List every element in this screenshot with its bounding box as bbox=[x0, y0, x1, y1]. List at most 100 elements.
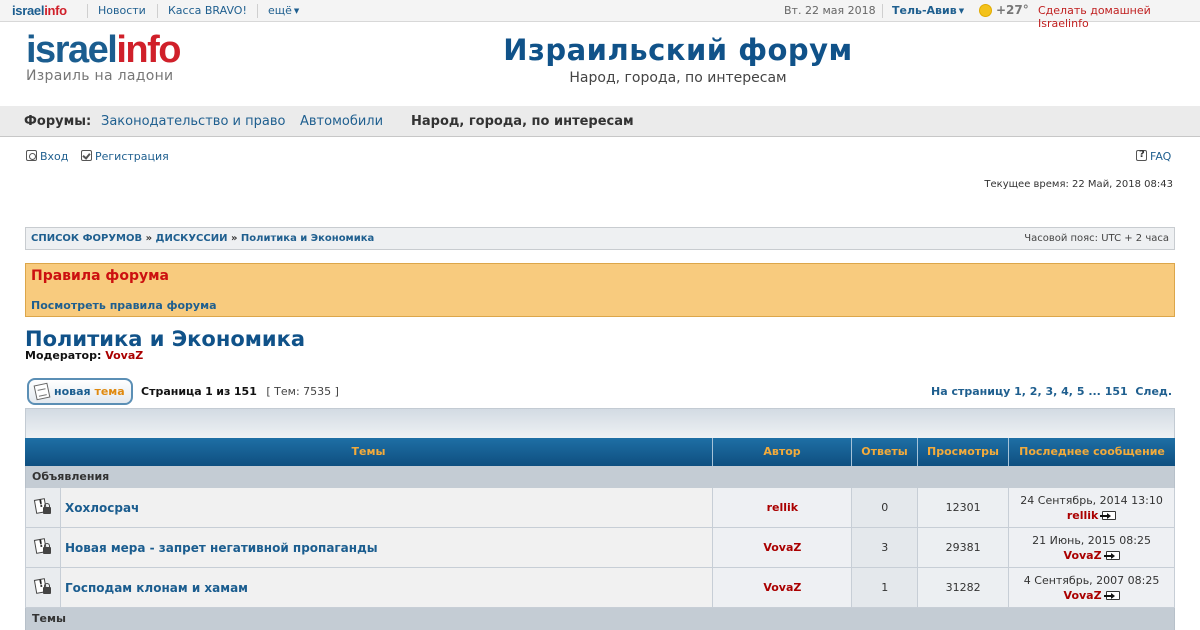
table-row: Господам клонам и хамам VovaZ 1 31282 4 … bbox=[25, 568, 1175, 608]
make-homepage-link[interactable]: Сделать домашней Israelinfo bbox=[1038, 4, 1200, 30]
faq-icon bbox=[1136, 149, 1147, 161]
topic-author-cell: VovaZ bbox=[713, 528, 853, 567]
login-icon bbox=[26, 150, 37, 161]
forum-rules-title: Правила форума bbox=[31, 268, 169, 284]
category-announcements: Объявления bbox=[25, 466, 1175, 488]
forums-nav-item-people[interactable]: Народ, города, по интересам bbox=[411, 114, 634, 129]
register-link[interactable]: Регистрация bbox=[81, 150, 169, 163]
topic-views: 31282 bbox=[918, 568, 1010, 607]
login-link[interactable]: Вход bbox=[26, 150, 68, 163]
goto-last-post-icon[interactable] bbox=[1100, 510, 1117, 520]
logo-small-part1: israel bbox=[12, 3, 45, 18]
new-topic-label-part1: новая bbox=[54, 385, 91, 398]
page-link[interactable]: 5 bbox=[1077, 385, 1085, 398]
timezone-label: Часовой пояс: UTC + 2 часа bbox=[1024, 233, 1169, 244]
column-header-author: Автор bbox=[713, 438, 852, 466]
city-selector[interactable]: Тель-Авив ▼ bbox=[892, 4, 964, 17]
last-post-date: 4 Сентябрь, 2007 08:25 bbox=[1023, 573, 1160, 587]
table-row: Хохлосрач rellik 0 12301 24 Сентябрь, 20… bbox=[25, 488, 1175, 528]
column-header-views: Просмотры bbox=[918, 438, 1009, 466]
locked-announcement-icon bbox=[34, 498, 52, 516]
moderator-link[interactable]: VovaZ bbox=[105, 349, 143, 362]
topic-author-link[interactable]: VovaZ bbox=[763, 541, 801, 554]
column-header-topics: Темы bbox=[25, 438, 713, 466]
breadcrumb: СПИСОК ФОРУМОВ » ДИСКУССИИ » Политика и … bbox=[25, 227, 1175, 250]
page-link[interactable]: 2 bbox=[1030, 385, 1038, 398]
forum-title[interactable]: Политика и Экономика bbox=[25, 327, 305, 351]
divider bbox=[87, 4, 88, 18]
topic-author-link[interactable]: rellik bbox=[767, 501, 799, 514]
topics-table: Темы Автор Ответы Просмотры Последнее со… bbox=[25, 408, 1175, 630]
view-forum-rules-link[interactable]: Посмотреть правила форума bbox=[31, 299, 217, 312]
page-link[interactable]: 3 bbox=[1045, 385, 1053, 398]
forums-nav: Форумы: Законодательство и право Автомоб… bbox=[0, 106, 1200, 137]
new-topic-icon bbox=[33, 382, 51, 401]
last-post-date: 21 Июнь, 2015 08:25 bbox=[1032, 533, 1151, 547]
pagination-label: На страницу bbox=[930, 385, 1011, 398]
top-link-more[interactable]: ещё ▼ bbox=[268, 4, 299, 17]
forums-nav-item-cars[interactable]: Автомобили bbox=[300, 114, 383, 129]
page-info-prefix: Страница bbox=[141, 385, 202, 398]
table-top-bar bbox=[25, 408, 1175, 438]
forum-rules-box: Правила форума Посмотреть правила форума bbox=[25, 263, 1175, 317]
topic-title-link[interactable]: Хохлосрач bbox=[65, 501, 139, 515]
column-header-replies: Ответы bbox=[852, 438, 918, 466]
city-label: Тель-Авив bbox=[892, 4, 957, 17]
page-info-total: 151 bbox=[233, 385, 257, 398]
page-link: 1 bbox=[1014, 385, 1022, 398]
breadcrumb-separator: » bbox=[145, 233, 153, 244]
top-link-news[interactable]: Новости bbox=[98, 4, 146, 17]
topic-author-cell: VovaZ bbox=[713, 568, 853, 607]
new-topic-button[interactable]: новая тема bbox=[27, 378, 133, 405]
next-page-link[interactable]: След. bbox=[1135, 385, 1172, 398]
category-topics: Темы bbox=[25, 608, 1175, 630]
divider bbox=[157, 4, 158, 18]
breadcrumb-forum-list[interactable]: СПИСОК ФОРУМОВ bbox=[31, 233, 142, 244]
topic-title-cell: Новая мера - запрет негативной пропаганд… bbox=[60, 528, 714, 567]
topic-replies: 0 bbox=[852, 488, 919, 527]
moderator-line: Модератор: VovaZ bbox=[25, 349, 143, 362]
topic-title-link[interactable]: Господам клонам и хамам bbox=[65, 581, 248, 595]
topic-replies: 1 bbox=[852, 568, 919, 607]
temperature: +27° bbox=[996, 3, 1029, 17]
page-link-last[interactable]: 151 bbox=[1105, 385, 1128, 398]
last-post-date: 24 Сентябрь, 2014 13:10 bbox=[1020, 493, 1163, 507]
topic-views: 12301 bbox=[918, 488, 1010, 527]
faq-link[interactable]: FAQ bbox=[1136, 149, 1171, 163]
logo-small-part2: info bbox=[44, 3, 67, 18]
last-post-user-link[interactable]: VovaZ bbox=[1064, 589, 1102, 602]
topics-count: [ Тем: 7535 ] bbox=[266, 385, 339, 398]
register-label: Регистрация bbox=[95, 150, 169, 163]
topic-replies: 3 bbox=[852, 528, 919, 567]
topic-title-link[interactable]: Новая мера - запрет негативной пропаганд… bbox=[65, 541, 378, 555]
last-post-user-link[interactable]: VovaZ bbox=[1064, 549, 1102, 562]
locked-announcement-icon bbox=[34, 538, 52, 556]
new-topic-label: новая тема bbox=[54, 385, 125, 398]
topic-status-cell bbox=[26, 528, 61, 567]
israelinfo-small-logo[interactable]: israelinfo bbox=[12, 3, 67, 18]
top-date: Вт. 22 мая 2018 bbox=[784, 4, 876, 17]
topic-author-link[interactable]: VovaZ bbox=[763, 581, 801, 594]
divider bbox=[257, 4, 258, 18]
locked-announcement-icon bbox=[34, 578, 52, 596]
breadcrumb-discussions[interactable]: ДИСКУССИИ bbox=[156, 233, 228, 244]
goto-last-post-icon[interactable] bbox=[1103, 590, 1120, 600]
new-topic-label-part2: тема bbox=[94, 385, 125, 398]
page-info: Страница 1 из 151 [ Тем: 7535 ] bbox=[141, 385, 339, 398]
top-link-bravo[interactable]: Касса BRAVO! bbox=[168, 4, 247, 17]
chevron-down-icon: ▼ bbox=[958, 7, 965, 15]
page-link[interactable]: 4 bbox=[1061, 385, 1069, 398]
forums-nav-item-law[interactable]: Законодательство и право bbox=[101, 114, 285, 129]
page-info-of: из bbox=[216, 385, 231, 398]
table-row: Новая мера - запрет негативной пропаганд… bbox=[25, 528, 1175, 568]
register-icon bbox=[81, 150, 92, 161]
last-post-user-link[interactable]: rellik bbox=[1067, 509, 1099, 522]
breadcrumb-politics[interactable]: Политика и Экономика bbox=[241, 233, 374, 244]
topic-title-cell: Хохлосрач bbox=[60, 488, 714, 527]
table-header: Темы Автор Ответы Просмотры Последнее со… bbox=[25, 438, 1175, 466]
topic-last-post-cell: 4 Сентябрь, 2007 08:25 VovaZ bbox=[1009, 568, 1175, 607]
topic-last-post-cell: 24 Сентябрь, 2014 13:10 rellik bbox=[1009, 488, 1175, 527]
goto-last-post-icon[interactable] bbox=[1103, 550, 1120, 560]
topic-status-cell bbox=[26, 568, 61, 607]
site-subtitle: Народ, города, по интересам bbox=[569, 70, 787, 86]
